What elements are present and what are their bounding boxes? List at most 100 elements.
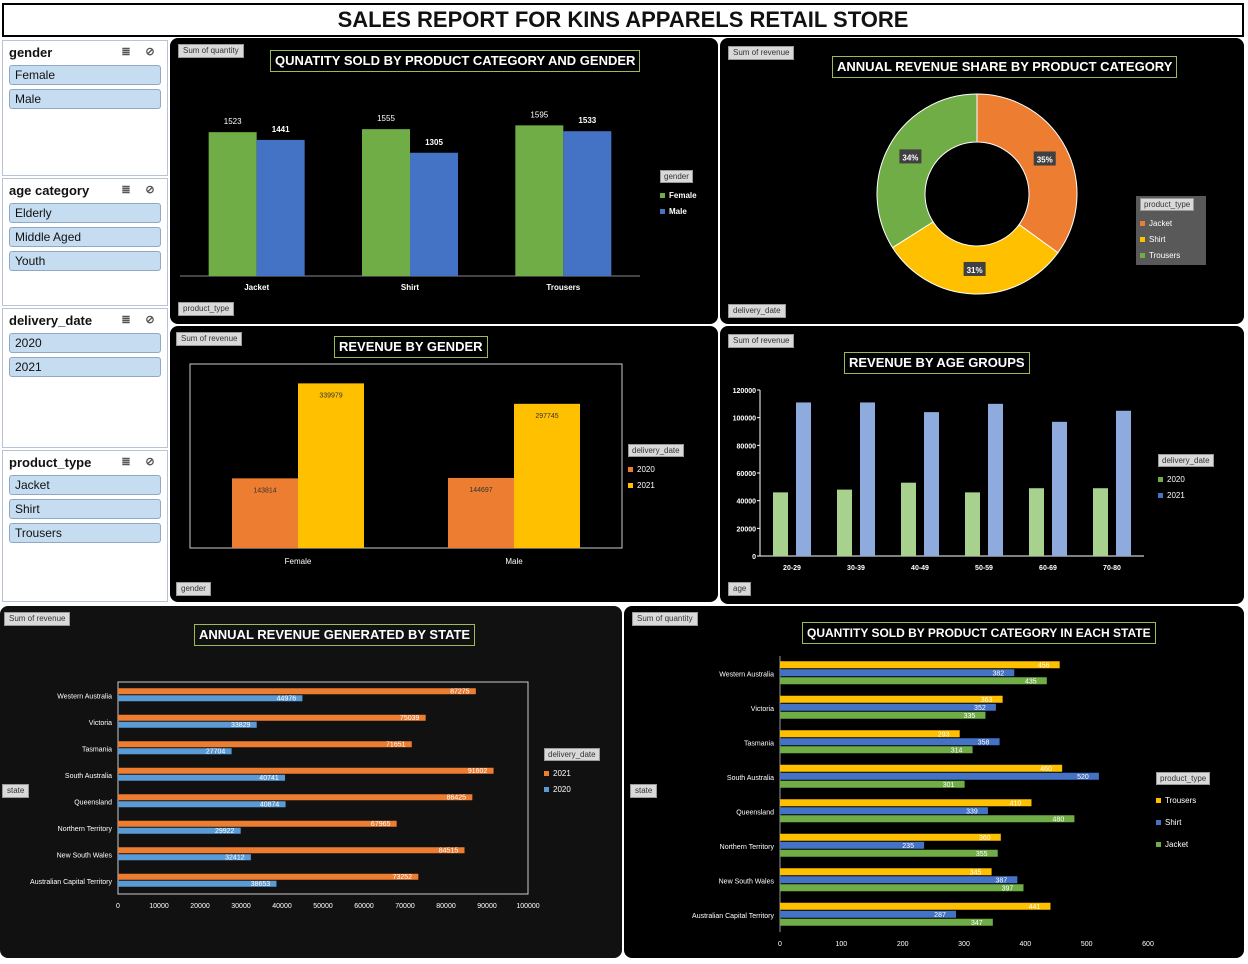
legend-filter-button[interactable]: delivery_date: [1158, 454, 1214, 467]
data-label: 29922: [215, 828, 235, 835]
legend-filter-button[interactable]: delivery_date: [544, 748, 600, 761]
legend-filter-button[interactable]: gender: [660, 170, 693, 183]
multi-select-icon[interactable]: ≣: [119, 313, 133, 327]
legend: product_type Jacket Shirt Trousers: [1136, 196, 1206, 265]
multi-select-icon[interactable]: ≣: [119, 45, 133, 59]
axis-filter-button[interactable]: gender: [176, 582, 211, 596]
bar: [118, 873, 419, 880]
legend-filter-button[interactable]: delivery_date: [628, 444, 684, 457]
data-label: 301: [943, 782, 955, 789]
slicer-item[interactable]: Shirt: [9, 499, 161, 519]
x-tick-label: 500: [1081, 941, 1093, 948]
clear-filter-icon[interactable]: ⊘: [143, 45, 157, 59]
bar: [901, 482, 916, 556]
data-label: 314: [951, 747, 963, 754]
data-label: 456: [1038, 662, 1050, 669]
product-type-slicer[interactable]: product_type ≣ ⊘ Jacket Shirt Trousers: [2, 450, 168, 602]
x-tick-label: 400: [1019, 941, 1031, 948]
y-tick-label: Tasmania: [82, 746, 112, 753]
qty-gender-chart: 1523 1441 Jacket 1555 1305 Shirt 1595 1533 Trous…: [180, 110, 640, 292]
slicer-header: product_type ≣ ⊘: [3, 451, 167, 473]
data-label: 387: [996, 877, 1008, 884]
legend-label: 2021: [637, 480, 655, 490]
axis-filter-button[interactable]: age: [728, 582, 752, 596]
bar: [796, 402, 811, 556]
data-label: 397: [1002, 885, 1014, 892]
slicer-item[interactable]: Trousers: [9, 523, 161, 543]
legend-label: 2020: [637, 464, 655, 474]
bar: [1052, 421, 1067, 556]
delivery-date-slicer[interactable]: delivery_date ≣ ⊘ 2020 2021: [2, 308, 168, 448]
data-label: 355: [976, 851, 988, 858]
data-label: 410: [1010, 800, 1022, 807]
slicer-item[interactable]: 2021: [9, 357, 161, 377]
bar: [773, 492, 788, 556]
x-tick-label: Female: [285, 557, 312, 566]
revenue-share-panel: Sum of revenue ANNUAL REVENUE SHARE BY P…: [720, 38, 1244, 324]
axis-filter-button[interactable]: state: [2, 784, 30, 798]
bar: [780, 730, 960, 738]
multi-select-icon[interactable]: ≣: [119, 183, 133, 197]
legend-item: 2021: [628, 477, 684, 493]
slicer-title: gender: [9, 44, 53, 60]
multi-select-icon[interactable]: ≣: [119, 455, 133, 469]
slicer-item[interactable]: Jacket: [9, 475, 161, 495]
y-tick-label: South Australia: [727, 775, 774, 782]
revenue-by-gender-panel: Sum of revenue REVENUE BY GENDER 143814 3…: [170, 326, 718, 602]
legend-label: 2021: [553, 768, 571, 778]
slicer-item[interactable]: Male: [9, 89, 161, 109]
bar: [780, 661, 1060, 669]
bar: [563, 131, 612, 276]
donut-slice: [976, 93, 1078, 254]
slicer-item[interactable]: Elderly: [9, 203, 161, 223]
bar: [780, 902, 1051, 910]
bar: [780, 738, 1000, 746]
bar: [1116, 410, 1131, 556]
bar: [208, 132, 257, 276]
bar: [780, 669, 1015, 677]
legend-filter-button[interactable]: product_type: [1156, 772, 1211, 785]
clear-filter-icon[interactable]: ⊘: [143, 183, 157, 197]
data-label: 235: [902, 843, 914, 850]
legend-label: Male: [669, 206, 687, 216]
slicer-item[interactable]: Female: [9, 65, 161, 85]
slicer-item[interactable]: 2020: [9, 333, 161, 353]
y-tick-label: 80000: [737, 443, 757, 450]
slicer-title: delivery_date: [9, 312, 93, 328]
bar: [410, 152, 458, 276]
data-label: 352: [974, 705, 986, 712]
legend-filter-button[interactable]: product_type: [1140, 198, 1195, 211]
x-tick-label: 0: [116, 903, 120, 910]
data-label: 40741: [259, 775, 279, 782]
gender-slicer[interactable]: gender ≣ ⊘ Female Male: [2, 40, 168, 176]
data-label: 1595: [530, 110, 548, 119]
axis-filter-button[interactable]: delivery_date: [728, 304, 786, 318]
axis-filter-button[interactable]: product_type: [178, 302, 235, 316]
x-tick-label: 20-29: [783, 565, 801, 572]
slicer-item[interactable]: Middle Aged: [9, 227, 161, 247]
y-tick-label: 60000: [737, 471, 757, 478]
y-tick-label: 0: [752, 554, 756, 561]
legend-item: Trousers: [1156, 789, 1210, 811]
axis-filter-button[interactable]: state: [630, 784, 658, 798]
bar: [780, 884, 1024, 892]
data-label: 441: [1029, 904, 1041, 911]
clear-filter-icon[interactable]: ⊘: [143, 313, 157, 327]
legend-swatch: [1140, 220, 1145, 226]
x-tick-label: 100000: [516, 903, 539, 910]
x-tick-label: Male: [505, 557, 523, 566]
revenue-by-state-panel: Sum of revenue ANNUAL REVENUE GENERATED …: [0, 606, 622, 958]
quantity-by-state-panel: Sum of quantity QUANTITY SOLD BY PRODUCT…: [624, 606, 1244, 958]
y-tick-label: 100000: [733, 416, 756, 423]
legend-label: Trousers: [1149, 250, 1181, 260]
clear-filter-icon[interactable]: ⊘: [143, 455, 157, 469]
data-label: 335: [964, 713, 976, 720]
data-label: 1533: [578, 116, 596, 125]
bar: [780, 695, 1003, 703]
legend-item: 2021: [544, 765, 600, 781]
legend-swatch: [544, 786, 549, 792]
legend-label: Jacket: [1165, 839, 1189, 849]
bar: [1029, 488, 1044, 556]
slicer-item[interactable]: Youth: [9, 251, 161, 271]
age-category-slicer[interactable]: age category ≣ ⊘ Elderly Middle Aged Youth: [2, 178, 168, 306]
